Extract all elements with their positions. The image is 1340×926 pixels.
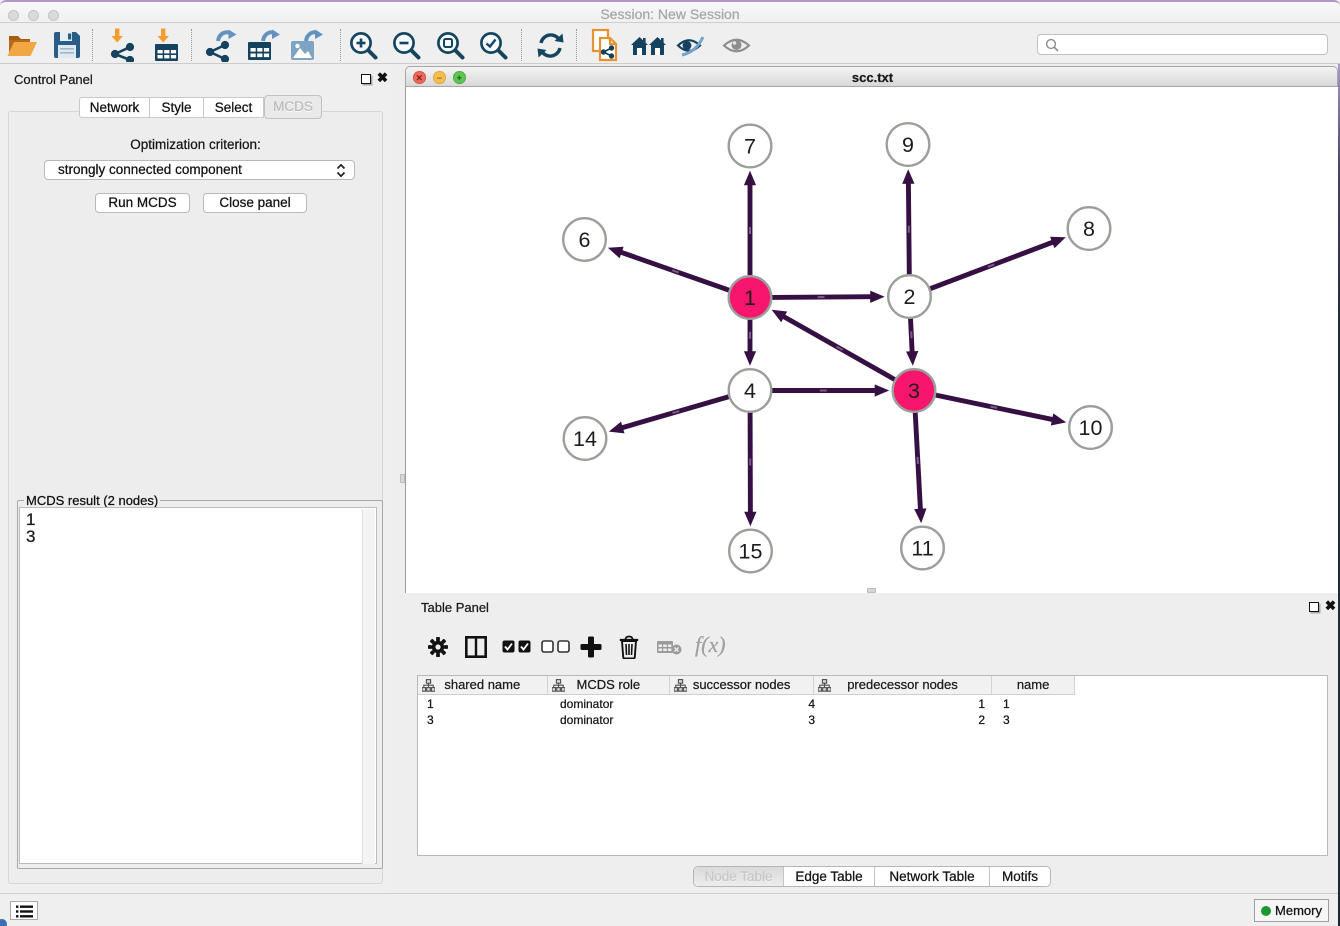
svg-text:8: 8 bbox=[1083, 217, 1095, 241]
svg-text:10: 10 bbox=[1079, 416, 1103, 440]
svg-text:3: 3 bbox=[908, 379, 920, 403]
svg-text:11: 11 bbox=[911, 537, 933, 561]
svg-text:9: 9 bbox=[902, 133, 914, 157]
svg-text:2: 2 bbox=[904, 285, 916, 309]
svg-text:14: 14 bbox=[573, 427, 597, 451]
svg-text:6: 6 bbox=[579, 228, 591, 252]
svg-text:15: 15 bbox=[739, 540, 763, 564]
svg-text:7: 7 bbox=[744, 135, 756, 159]
svg-text:1: 1 bbox=[744, 286, 756, 310]
svg-text:4: 4 bbox=[744, 379, 756, 403]
